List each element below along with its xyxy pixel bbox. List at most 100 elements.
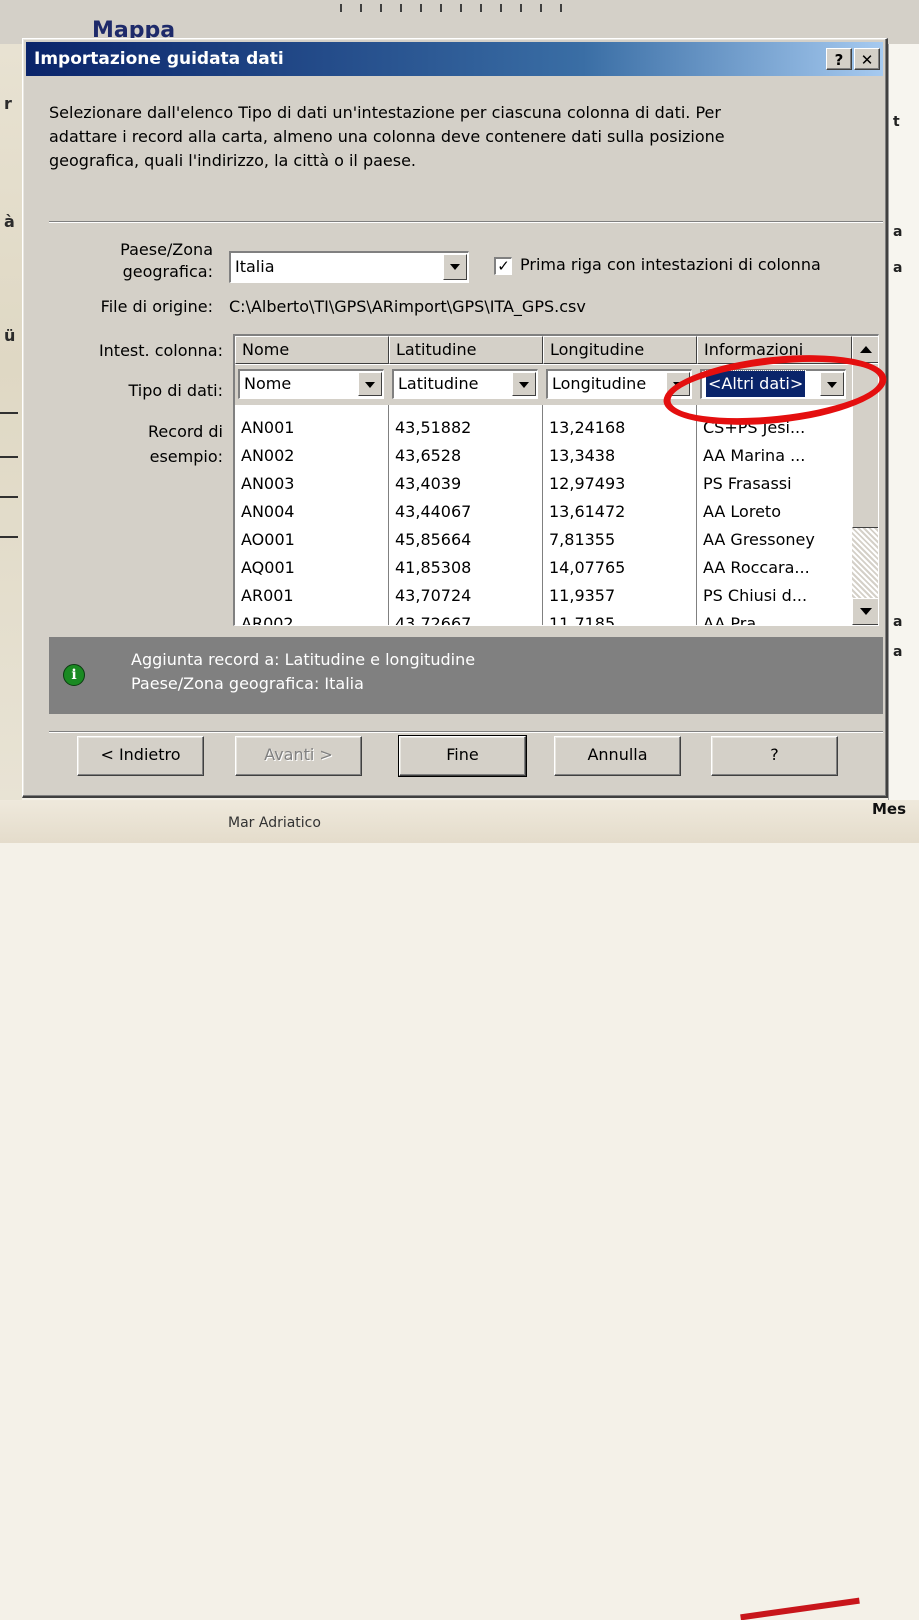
type-select-longitudine[interactable]: Longitudine [546, 369, 692, 399]
cell: AA Roccara... [703, 558, 810, 577]
cell: 43,44067 [395, 502, 472, 521]
intro-text: Selezionare dall'elenco Tipo di dati un'… [49, 101, 869, 173]
cell: 43,51882 [395, 418, 472, 437]
map-fragment: t [893, 114, 900, 130]
map-fragment: a [893, 260, 903, 276]
help-title-button[interactable]: ? [826, 48, 852, 70]
dialog-titlebar[interactable]: Importazione guidata dati ? ✕ [26, 42, 883, 76]
sample-records-label: Record di esempio: [43, 419, 223, 469]
country-select[interactable]: Italia [229, 251, 469, 283]
separator [49, 221, 883, 223]
finish-button[interactable]: Fine [398, 735, 527, 777]
toolbar-tick [460, 4, 462, 12]
data-type-label: Tipo di dati: [128, 381, 223, 400]
sample-records-label-line: esempio: [149, 447, 223, 466]
cell: 11,9357 [549, 586, 616, 605]
scroll-down-icon[interactable] [852, 598, 878, 625]
country-label-line: Paese/Zona [120, 240, 213, 259]
cell: AN003 [241, 474, 295, 493]
column-divider [542, 405, 543, 625]
background-map-right: t a a a a [888, 44, 919, 843]
toolbar-tick [360, 4, 362, 12]
intro-line: geografica, quali l'indirizzo, la città … [49, 151, 417, 170]
type-select-value-selected: <Altri dati> [704, 370, 807, 398]
scroll-up-icon[interactable] [852, 336, 878, 363]
toolbar-tick [560, 4, 562, 12]
intro-line: Selezionare dall'elenco Tipo di dati un'… [49, 103, 721, 122]
chevron-down-icon[interactable] [512, 372, 536, 396]
header-row-checkbox-label[interactable]: Prima riga con intestazioni di colonna [520, 255, 821, 274]
type-select-nome[interactable]: Nome [238, 369, 384, 399]
cell: 43,4039 [395, 474, 462, 493]
toolbar-tick [540, 4, 542, 12]
map-fragment: à [4, 212, 15, 231]
chevron-down-icon[interactable] [443, 254, 467, 280]
toolbar-tick [500, 4, 502, 12]
map-line [0, 456, 18, 458]
cell: 14,07765 [549, 558, 626, 577]
cell: 41,85308 [395, 558, 472, 577]
type-select-value: Nome [244, 374, 292, 393]
map-fragment: a [893, 614, 903, 630]
type-select-informazioni[interactable]: <Altri dati> [700, 369, 846, 399]
toolbar-tick [420, 4, 422, 12]
next-button[interactable]: Avanti > [235, 736, 362, 776]
country-label: Paese/Zona geografica: [83, 239, 213, 283]
intro-line: adattare i record alla carta, almeno una… [49, 127, 725, 146]
help-button[interactable]: ? [711, 736, 838, 776]
info-text-line: Aggiunta record a: Latitudine e longitud… [131, 650, 476, 669]
map-line [0, 412, 18, 414]
data-type-row: Nome Latitudine Longitudine <Altri dati> [235, 365, 852, 405]
cell: 43,70724 [395, 586, 472, 605]
cell: 45,85664 [395, 530, 472, 549]
cell: AR002 [241, 614, 294, 626]
column-headings-label: Intest. colonna: [98, 341, 223, 360]
cell: 12,97493 [549, 474, 626, 493]
cell: 11,7185 [549, 614, 616, 626]
map-line [0, 496, 18, 498]
map-line [0, 536, 18, 538]
column-header-informazioni[interactable]: Informazioni [697, 336, 852, 364]
column-header-longitudine[interactable]: Longitudine [543, 336, 697, 364]
cell: AR001 [241, 586, 294, 605]
cell: AN004 [241, 502, 295, 521]
cell: 7,81355 [549, 530, 616, 549]
cell: 43,6528 [395, 446, 462, 465]
header-row-checkbox[interactable]: ✓ [494, 257, 512, 275]
type-select-latitudine[interactable]: Latitudine [392, 369, 538, 399]
cell: AA Marina ... [703, 446, 806, 465]
map-fragment: a [893, 644, 903, 660]
cancel-button[interactable]: Annulla [554, 736, 681, 776]
map-fragment: a [893, 224, 903, 240]
background-map-bottom [0, 800, 919, 1620]
dialog-title: Importazione guidata dati [34, 49, 284, 69]
column-header-latitudine[interactable]: Latitudine [389, 336, 543, 364]
cell: 13,24168 [549, 418, 626, 437]
chevron-down-icon[interactable] [358, 372, 382, 396]
info-text-line: Paese/Zona geografica: Italia [131, 674, 364, 693]
map-road [740, 1597, 860, 1620]
toolbar-tick [400, 4, 402, 12]
cell: 13,61472 [549, 502, 626, 521]
toolbar-tick [520, 4, 522, 12]
country-label-line: geografica: [122, 262, 213, 281]
cell: 13,3438 [549, 446, 616, 465]
grid-vertical-scrollbar[interactable] [852, 336, 878, 625]
back-button[interactable]: < Indietro [77, 736, 204, 776]
close-button[interactable]: ✕ [854, 48, 880, 70]
type-select-value: Latitudine [398, 374, 479, 393]
column-header-nome[interactable]: Nome [235, 336, 389, 364]
source-file-label: File di origine: [100, 297, 213, 316]
cell: AN002 [241, 446, 295, 465]
cell: AN001 [241, 418, 295, 437]
map-fragment: ü [4, 326, 16, 345]
cell: PS Chiusi d... [703, 586, 808, 605]
chevron-down-icon[interactable] [820, 372, 844, 396]
background-map-label-right: Mes [872, 800, 907, 818]
map-fragment: r [4, 94, 12, 113]
chevron-down-icon[interactable] [666, 372, 690, 396]
cell: PS Frasassi [703, 474, 792, 493]
column-divider [388, 405, 389, 625]
scroll-thumb[interactable] [852, 363, 878, 528]
cell: AA Gressoney [703, 530, 815, 549]
